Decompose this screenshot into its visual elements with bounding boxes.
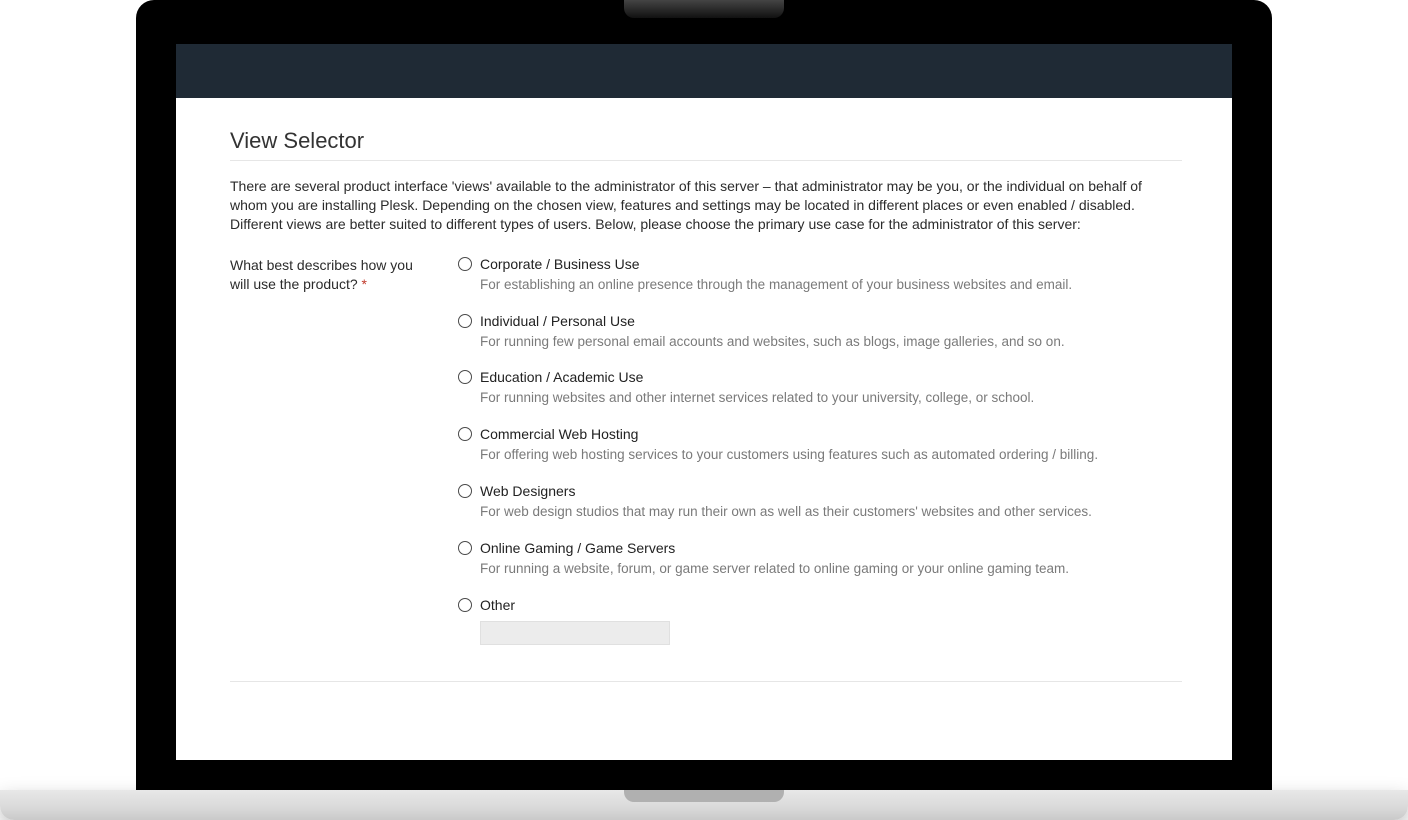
screen-area: View Selector There are several product …	[176, 44, 1232, 760]
option-head[interactable]: Corporate / Business Use	[458, 256, 1182, 272]
page-title: View Selector	[230, 128, 1182, 161]
laptop-top-bezel	[136, 0, 1272, 44]
laptop-right-bezel	[1232, 40, 1272, 780]
laptop-mockup-frame: View Selector There are several product …	[0, 0, 1408, 820]
option-description: For running few personal email accounts …	[480, 333, 1182, 352]
option-education: Education / Academic Use For running web…	[458, 369, 1182, 408]
option-individual: Individual / Personal Use For running fe…	[458, 313, 1182, 352]
options-group: Corporate / Business Use For establishin…	[458, 256, 1182, 663]
option-description: For running websites and other internet …	[480, 389, 1182, 408]
page-intro-text: There are several product interface 'vie…	[230, 177, 1182, 234]
radio-icon[interactable]	[458, 484, 472, 498]
option-commercial-hosting: Commercial Web Hosting For offering web …	[458, 426, 1182, 465]
option-head[interactable]: Education / Academic Use	[458, 369, 1182, 385]
laptop-camera-notch	[624, 0, 784, 18]
divider	[230, 681, 1182, 682]
option-label: Education / Academic Use	[480, 369, 643, 385]
option-corporate: Corporate / Business Use For establishin…	[458, 256, 1182, 295]
radio-icon[interactable]	[458, 314, 472, 328]
app-header-bar	[176, 44, 1232, 98]
option-head[interactable]: Online Gaming / Game Servers	[458, 540, 1182, 556]
radio-icon[interactable]	[458, 598, 472, 612]
form-row: What best describes how you will use the…	[230, 256, 1182, 663]
option-label: Other	[480, 597, 515, 613]
question-label: What best describes how you will use the…	[230, 256, 430, 663]
option-head[interactable]: Commercial Web Hosting	[458, 426, 1182, 442]
laptop-trackpad-notch	[624, 790, 784, 802]
radio-icon[interactable]	[458, 541, 472, 555]
option-label: Corporate / Business Use	[480, 256, 640, 272]
question-text: What best describes how you will use the…	[230, 257, 413, 292]
radio-icon[interactable]	[458, 427, 472, 441]
option-label: Web Designers	[480, 483, 575, 499]
option-description: For running a website, forum, or game se…	[480, 560, 1182, 579]
option-online-gaming: Online Gaming / Game Servers For running…	[458, 540, 1182, 579]
option-description: For web design studios that may run thei…	[480, 503, 1182, 522]
laptop-left-bezel	[136, 40, 176, 780]
option-label: Individual / Personal Use	[480, 313, 635, 329]
radio-icon[interactable]	[458, 257, 472, 271]
option-head[interactable]: Individual / Personal Use	[458, 313, 1182, 329]
required-mark: *	[362, 276, 367, 292]
option-label: Commercial Web Hosting	[480, 426, 638, 442]
radio-icon[interactable]	[458, 370, 472, 384]
page-content: View Selector There are several product …	[176, 98, 1232, 702]
option-label: Online Gaming / Game Servers	[480, 540, 675, 556]
option-head[interactable]: Web Designers	[458, 483, 1182, 499]
other-text-input[interactable]	[480, 621, 670, 645]
option-head[interactable]: Other	[458, 597, 1182, 613]
option-web-designers: Web Designers For web design studios tha…	[458, 483, 1182, 522]
option-description: For offering web hosting services to you…	[480, 446, 1182, 465]
option-description: For establishing an online presence thro…	[480, 276, 1182, 295]
option-other: Other	[458, 597, 1182, 645]
